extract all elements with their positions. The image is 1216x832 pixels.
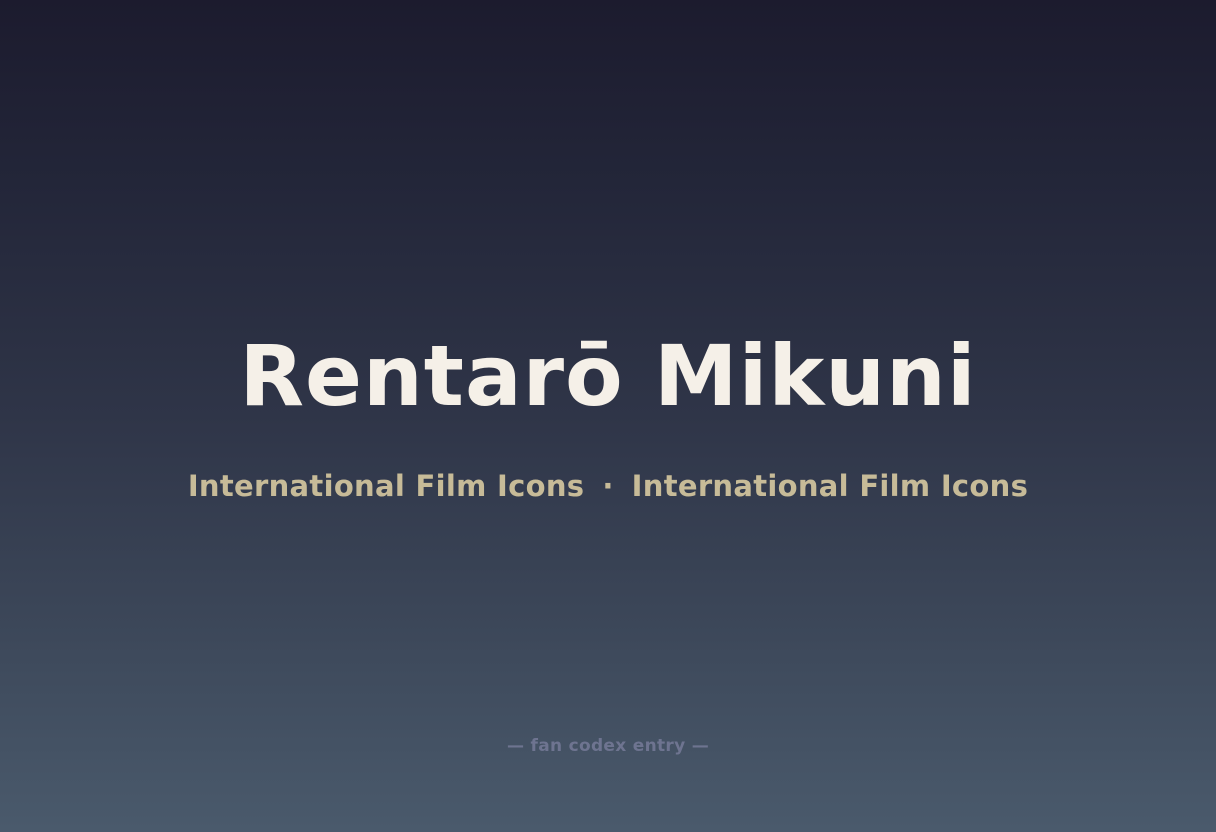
page-title: Rentarō Mikuni — [239, 327, 977, 425]
subtitle-separator: · — [602, 469, 614, 503]
subtitle-left: International Film Icons — [187, 469, 585, 503]
footer-caption: — fan codex entry — — [507, 736, 709, 756]
subtitle-row: International Film Icons · International F… — [0, 466, 1216, 506]
title-card: Rentarō Mikuni International Film Icons ·… — [0, 0, 1216, 832]
subtitle-right: International Film Icons — [631, 469, 1029, 503]
